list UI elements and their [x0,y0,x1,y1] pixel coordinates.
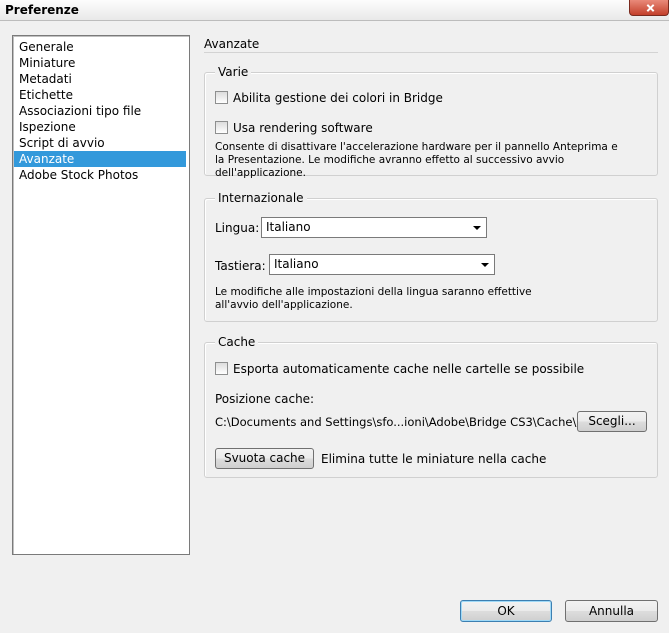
color-management-row[interactable]: Abilita gestione dei colori in Bridge [215,90,443,106]
sidebar-item-ispezione[interactable]: Ispezione [14,119,186,135]
lingua-select[interactable]: Italiano [261,217,487,238]
sidebar-list[interactable]: Generale Miniature Metadati Etichette As… [12,35,190,555]
sidebar-item-metadati[interactable]: Metadati [14,71,186,87]
close-icon[interactable] [629,0,669,16]
color-management-checkbox[interactable] [215,91,228,104]
group-internazionale: Internazionale Lingua: Italiano Tastiera… [204,191,658,322]
cancel-button[interactable]: Annulla [565,600,658,622]
varie-note: Consente di disattivare l'accelerazione … [215,141,618,179]
group-label-cache: Cache [215,335,259,349]
tastiera-select[interactable]: Italiano [269,254,495,275]
internazionale-note: Le modifiche alle impostazioni della lin… [215,286,532,311]
tastiera-value: Italiano [274,257,319,271]
group-cache: Cache Esporta automaticamente cache nell… [204,335,658,478]
software-rendering-label: Usa rendering software [233,121,373,135]
tastiera-label: Tastiera: [215,259,266,273]
group-label-varie: Varie [215,65,252,79]
purge-cache-description: Elimina tutte le miniature nella cache [321,452,547,466]
group-label-internazionale: Internazionale [215,191,307,205]
color-management-label: Abilita gestione dei colori in Bridge [233,91,443,105]
export-cache-label: Esporta automaticamente cache nelle cart… [233,362,585,376]
export-cache-row[interactable]: Esporta automaticamente cache nelle cart… [215,361,584,377]
lingua-value: Italiano [266,220,311,234]
sidebar-item-etichette[interactable]: Etichette [14,87,186,103]
purge-cache-button[interactable]: Svuota cache [215,448,314,469]
sidebar-item-adobe-stock[interactable]: Adobe Stock Photos [14,167,186,183]
software-rendering-row[interactable]: Usa rendering software [215,120,373,136]
chevron-down-icon[interactable] [468,218,486,237]
ok-button[interactable]: OK [460,600,552,622]
sidebar-item-script[interactable]: Script di avvio [14,135,186,151]
software-rendering-checkbox[interactable] [215,121,228,134]
cache-position-label: Posizione cache: [215,392,315,406]
title-bar: Preferenze [0,0,669,21]
choose-cache-button[interactable]: Scegli... [577,411,647,432]
chevron-down-icon[interactable] [476,255,494,274]
window-title: Preferenze [5,3,79,17]
lingua-label: Lingua: [215,221,260,235]
sidebar-item-associazioni[interactable]: Associazioni tipo file [14,103,186,119]
export-cache-checkbox[interactable] [215,362,228,375]
sidebar-item-miniature[interactable]: Miniature [14,55,186,71]
sidebar-item-avanzate[interactable]: Avanzate [14,151,186,167]
cache-path: C:\Documents and Settings\sfo...ioni\Ado… [215,415,577,429]
title-divider [204,52,658,53]
page-title: Avanzate [204,37,260,51]
group-varie: Varie Abilita gestione dei colori in Bri… [204,65,658,179]
sidebar-item-generale[interactable]: Generale [14,39,186,55]
